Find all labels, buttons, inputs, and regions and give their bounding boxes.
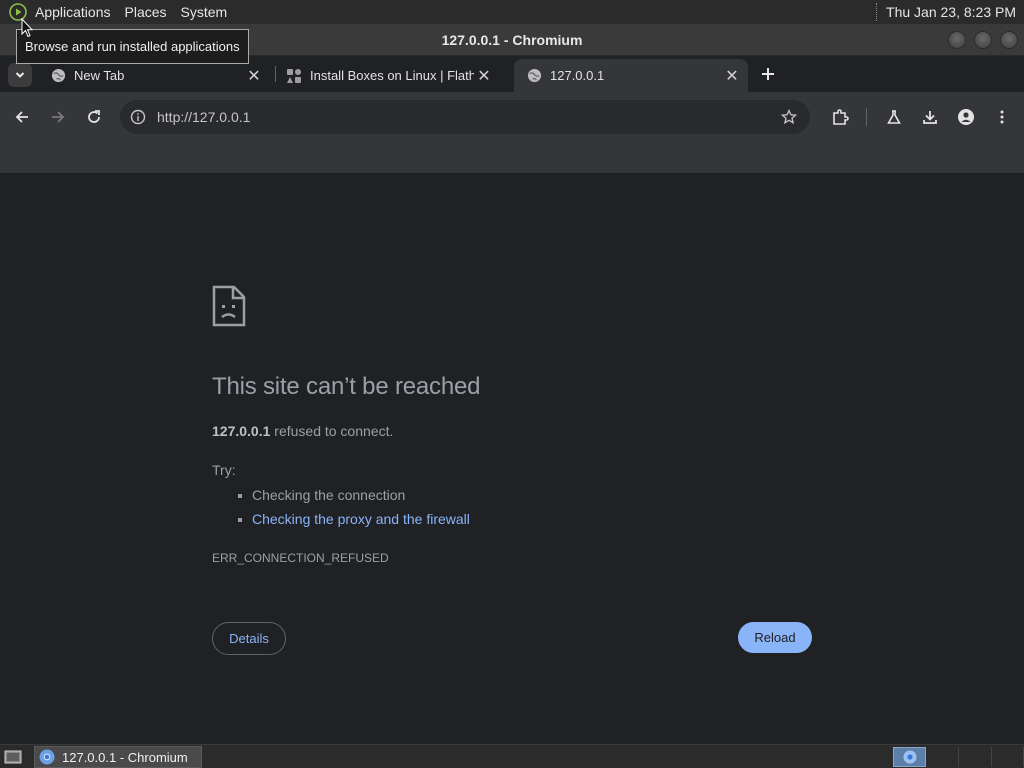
suggestion-list: Checking the connection Checking the pro… — [236, 485, 470, 533]
panel-separator — [876, 3, 878, 21]
error-code: ERR_CONNECTION_REFUSED — [212, 551, 389, 565]
close-tab-icon[interactable]: ✕ — [244, 66, 264, 86]
chromium-icon — [39, 749, 55, 765]
refresh-icon — [88, 110, 100, 123]
reload-toolbar-button[interactable] — [82, 105, 106, 129]
page-content: This site can’t be reached 127.0.0.1 ref… — [0, 175, 1024, 743]
close-tab-icon[interactable]: ✕ — [474, 66, 494, 86]
site-info-icon[interactable] — [128, 107, 148, 127]
chromium-icon — [902, 750, 917, 764]
new-tab-button[interactable] — [756, 62, 780, 86]
toolbar-separator — [866, 108, 867, 126]
workspace-2[interactable] — [927, 747, 959, 767]
workspace-3[interactable] — [960, 747, 992, 767]
places-menu[interactable]: Places — [118, 0, 174, 24]
taskbar-window-label: 127.0.0.1 - Chromium — [62, 749, 188, 765]
bottom-taskbar: 127.0.0.1 - Chromium — [0, 744, 1024, 768]
forward-button[interactable] — [46, 105, 70, 129]
bookmarks-bar — [0, 142, 1024, 174]
menu-button[interactable] — [990, 105, 1014, 129]
sad-page-icon — [212, 285, 246, 327]
extensions-button[interactable] — [828, 105, 852, 129]
reload-button[interactable]: Reload — [738, 622, 812, 653]
forward-arrow-icon — [52, 111, 65, 123]
try-label: Try: — [212, 462, 236, 478]
clock[interactable]: Thu Jan 23, 8:23 PM — [886, 4, 1024, 20]
url-text[interactable]: http://127.0.0.1 — [157, 109, 778, 125]
close-window-button[interactable] — [1000, 31, 1018, 49]
globe-icon — [50, 68, 66, 84]
tab-search-button[interactable] — [8, 63, 32, 87]
address-bar[interactable]: http://127.0.0.1 — [120, 100, 810, 134]
minimize-button[interactable] — [948, 31, 966, 49]
flathub-icon — [286, 68, 302, 84]
show-desktop-icon[interactable] — [3, 748, 23, 766]
profile-button[interactable] — [954, 105, 978, 129]
flask-icon — [887, 110, 901, 124]
tab-active-localhost[interactable]: 127.0.0.1 ✕ — [514, 59, 748, 92]
error-summary-text: refused to connect. — [270, 423, 394, 439]
maximize-button[interactable] — [974, 31, 992, 49]
tab-label: Install Boxes on Linux | Flathub — [310, 68, 474, 83]
globe-icon — [526, 68, 542, 84]
back-button[interactable] — [10, 105, 34, 129]
applications-menu[interactable]: Applications — [28, 0, 118, 24]
tab-divider — [275, 66, 276, 82]
applications-tooltip: Browse and run installed applications — [16, 29, 249, 64]
system-menu[interactable]: System — [174, 0, 235, 24]
back-arrow-icon — [15, 111, 28, 123]
more-vert-icon — [1000, 110, 1004, 124]
person-icon — [958, 109, 974, 125]
download-icon — [923, 111, 937, 124]
workspace-4[interactable] — [993, 747, 1024, 767]
error-title: This site can’t be reached — [212, 373, 481, 400]
details-button[interactable]: Details — [212, 622, 286, 655]
chevron-down-icon — [15, 72, 25, 78]
suggestion-check-connection: Checking the connection — [236, 485, 470, 509]
close-tab-icon[interactable]: ✕ — [722, 66, 742, 86]
downloads-button[interactable] — [918, 105, 942, 129]
top-panel: Applications Places System Thu Jan 23, 8… — [0, 0, 1024, 24]
suggestion-check-proxy-link[interactable]: Checking the proxy and the firewall — [236, 509, 470, 533]
workspace-1[interactable] — [893, 747, 926, 767]
error-host: 127.0.0.1 — [212, 423, 271, 439]
error-summary: 127.0.0.1 refused to connect. — [212, 423, 393, 439]
browser-toolbar: http://127.0.0.1 — [0, 92, 1024, 142]
bookmark-star-icon[interactable] — [778, 106, 800, 128]
taskbar-window-chromium[interactable]: 127.0.0.1 - Chromium — [34, 746, 202, 768]
mouse-cursor-icon — [21, 18, 33, 38]
tab-flathub[interactable]: Install Boxes on Linux | Flathub ✕ — [274, 59, 510, 92]
labs-button[interactable] — [882, 105, 906, 129]
puzzle-icon — [833, 109, 849, 125]
window-controls — [948, 31, 1018, 49]
tab-label: 127.0.0.1 — [550, 68, 605, 83]
plus-icon — [762, 68, 774, 80]
tab-label: New Tab — [74, 68, 125, 83]
